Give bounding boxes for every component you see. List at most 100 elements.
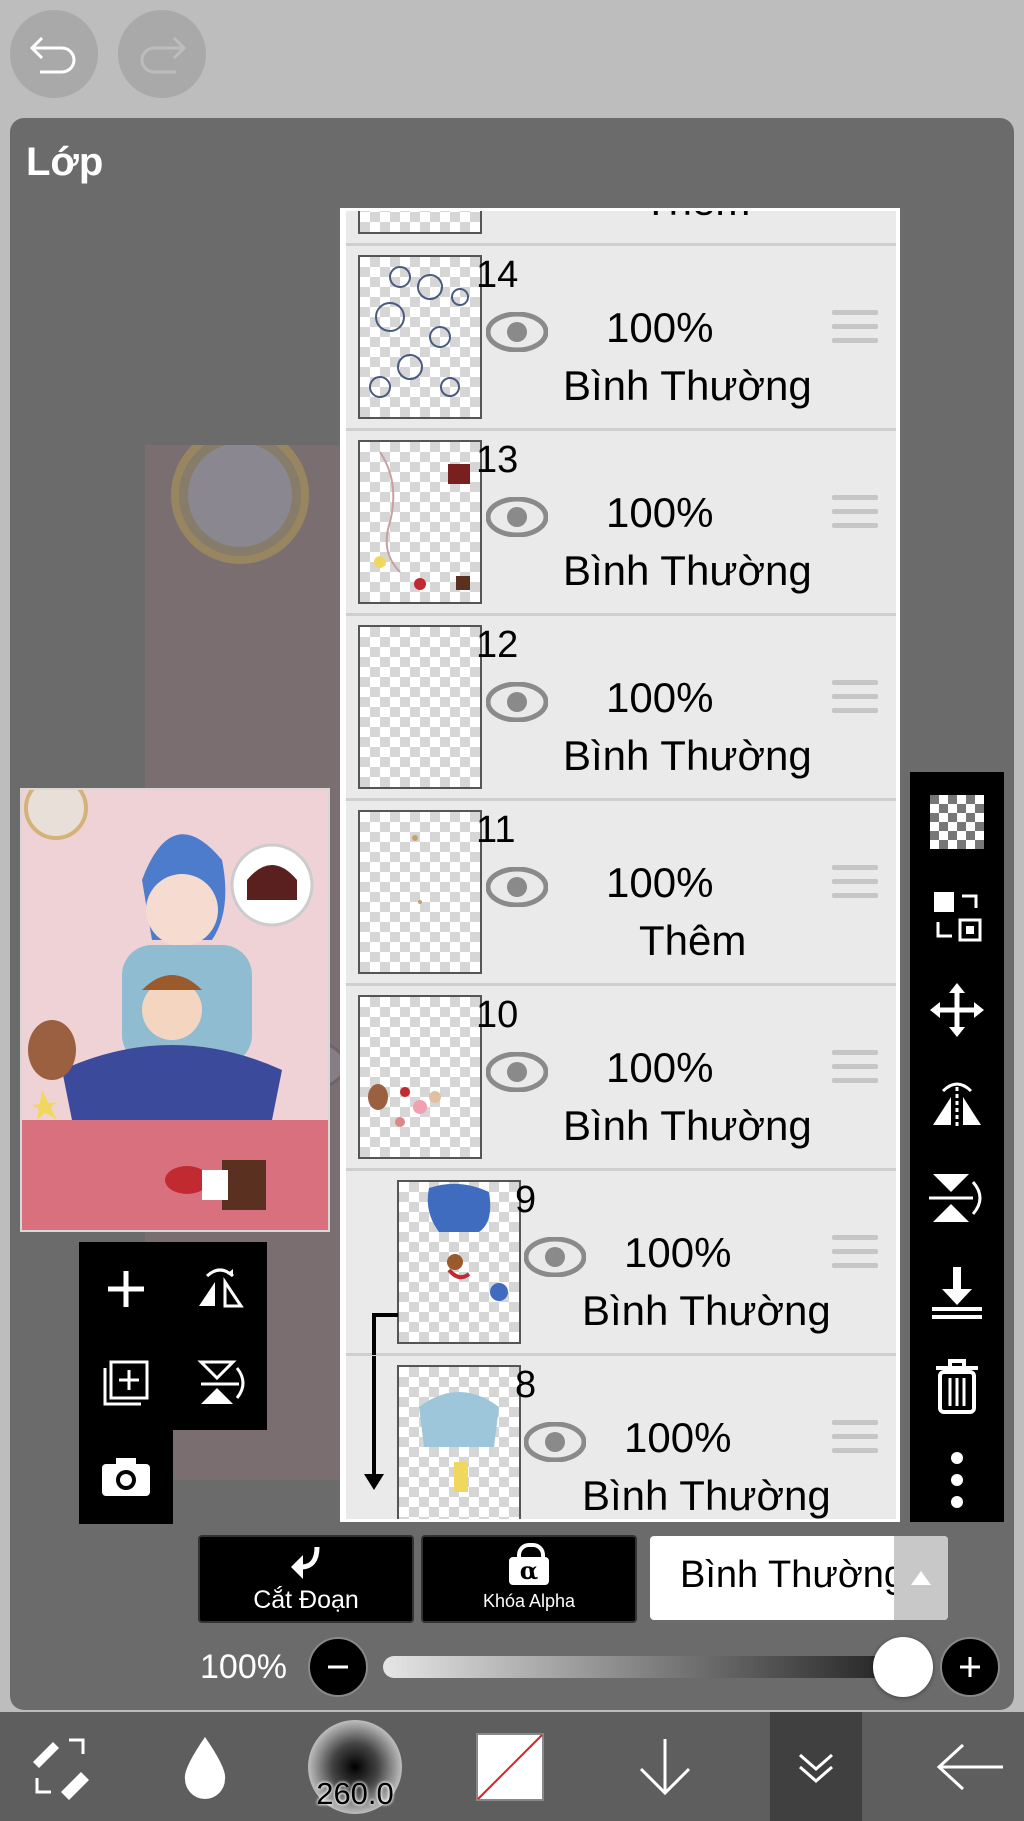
- brush-eraser-swap-icon: [33, 1738, 89, 1800]
- opacity-label: 100%: [200, 1648, 287, 1686]
- layer-blend-mode: Bình Thường: [563, 1102, 812, 1149]
- plus-icon: [108, 1271, 144, 1307]
- opacity-slider-thumb[interactable]: [873, 1637, 933, 1697]
- add-layer-button[interactable]: [79, 1242, 173, 1336]
- transform-icon: [934, 892, 982, 942]
- clipping-button[interactable]: Cắt Đoạn: [198, 1535, 414, 1623]
- opacity-increase-button[interactable]: [940, 1637, 1000, 1697]
- flip-vertical-button[interactable]: [910, 1158, 1004, 1238]
- layer-opacity: 100%: [606, 489, 714, 536]
- visibility-eye-icon[interactable]: [486, 1052, 548, 1092]
- panel-title: Lớp: [26, 140, 104, 184]
- layer-blend-mode: Bình Thường: [582, 1287, 831, 1334]
- visibility-eye-icon[interactable]: [486, 497, 548, 537]
- drag-handle-icon[interactable]: [832, 310, 878, 352]
- layer-number: 8: [515, 1364, 537, 1406]
- undo-icon: [29, 36, 76, 74]
- layer-number: 11: [476, 809, 516, 851]
- tool-switch-button[interactable]: [10, 1712, 110, 1821]
- camera-icon: [102, 1458, 150, 1496]
- arrow-down-icon: [639, 1738, 691, 1795]
- layer-opacity: 100%: [606, 1044, 714, 1091]
- alpha-lock-button[interactable]: α Khóa Alpha: [421, 1535, 637, 1623]
- clipping-label: Cắt Đoạn: [253, 1586, 359, 1614]
- layer-blend-mode: Thêm: [643, 211, 750, 225]
- droplet-icon: [184, 1736, 226, 1799]
- transform-button[interactable]: [910, 876, 1004, 956]
- scroll-down-button[interactable]: [620, 1712, 710, 1821]
- lock-icon: α: [509, 1543, 549, 1585]
- flip-horizontal-icon: [199, 1268, 244, 1308]
- layer-thumbnail: [358, 995, 482, 1159]
- layer-row[interactable]: 9 100% Bình Thường: [346, 1171, 896, 1356]
- chevron-up-icon[interactable]: [894, 1536, 948, 1620]
- flip-layer-vertical-button[interactable]: [173, 1336, 267, 1430]
- layer-thumbnail: [358, 625, 482, 789]
- layer-thumbnail: [358, 440, 482, 604]
- move-button[interactable]: [910, 970, 1004, 1050]
- layer-row[interactable]: 13 100% Bình Thường: [346, 431, 896, 616]
- delete-layer-button[interactable]: [910, 1346, 1004, 1426]
- brush-preview-icon: 260.0: [308, 1719, 402, 1814]
- opacity-slider-track[interactable]: [383, 1656, 903, 1678]
- drag-handle-icon[interactable]: [832, 680, 878, 722]
- layers-button[interactable]: [770, 1712, 862, 1821]
- visibility-eye-icon[interactable]: [524, 1237, 586, 1277]
- drag-handle-icon[interactable]: [832, 1420, 878, 1462]
- import-photo-button[interactable]: [79, 1430, 173, 1524]
- visibility-eye-icon[interactable]: [486, 867, 548, 907]
- layer-tool-column: [910, 772, 1004, 1522]
- chevron-double-down-icon: [799, 1753, 833, 1783]
- layer-row-partial[interactable]: Thêm: [346, 211, 896, 246]
- drag-handle-icon[interactable]: [832, 495, 878, 537]
- layer-opacity: 100%: [606, 674, 714, 721]
- flip-horizontal-button[interactable]: [910, 1064, 1004, 1144]
- flip-vertical-icon: [929, 1174, 982, 1222]
- merge-down-icon: [932, 1267, 982, 1319]
- minus-icon: [328, 1665, 348, 1669]
- redo-button[interactable]: [118, 10, 206, 98]
- color-picker-button[interactable]: [160, 1712, 250, 1821]
- more-icon: [951, 1452, 963, 1508]
- blend-mode-select[interactable]: Bình Thường: [650, 1536, 948, 1620]
- canvas-thumbnail[interactable]: [20, 788, 330, 1232]
- layer-row[interactable]: 10 100% Bình Thường: [346, 986, 896, 1171]
- layer-number: 14: [476, 254, 519, 296]
- drag-handle-icon[interactable]: [832, 1050, 878, 1092]
- color-swatch-icon: [476, 1732, 544, 1801]
- trash-icon: [936, 1359, 978, 1414]
- back-button[interactable]: [920, 1712, 1020, 1821]
- layer-blend-mode: Bình Thường: [563, 732, 812, 779]
- layer-row[interactable]: 12 100% Bình Thường: [346, 616, 896, 801]
- add-special-layer-button[interactable]: [79, 1336, 173, 1430]
- clipping-indicator-icon: [372, 1313, 398, 1355]
- layer-opacity: 100%: [606, 859, 714, 906]
- layer-thumbnail: [397, 1180, 521, 1344]
- layer-blend-mode: Thêm: [639, 917, 747, 964]
- color-swatch-button[interactable]: [465, 1712, 555, 1821]
- visibility-eye-icon[interactable]: [486, 682, 548, 722]
- layer-opacity: 100%: [624, 1414, 732, 1461]
- drag-handle-icon[interactable]: [832, 865, 878, 907]
- visibility-eye-icon[interactable]: [486, 312, 548, 352]
- layer-number: 12: [476, 624, 519, 666]
- layer-row[interactable]: 14 100% Bình Thường: [346, 246, 896, 431]
- layer-row[interactable]: 11 100% Thêm: [346, 801, 896, 986]
- visibility-eye-icon[interactable]: [524, 1422, 586, 1462]
- more-options-button[interactable]: [910, 1440, 1004, 1520]
- layer-row[interactable]: 8 100% Bình Thường: [346, 1356, 896, 1519]
- brush-size-button[interactable]: 260.0: [300, 1712, 410, 1821]
- layer-opacity: 100%: [624, 1229, 732, 1276]
- flip-vertical-icon: [197, 1360, 245, 1404]
- add-layer-icon: [103, 1360, 149, 1406]
- transparency-button[interactable]: [910, 782, 1004, 862]
- undo-button[interactable]: [10, 10, 98, 98]
- merge-down-button[interactable]: [910, 1252, 1004, 1332]
- opacity-decrease-button[interactable]: [308, 1637, 368, 1697]
- flip-layer-horizontal-button[interactable]: [173, 1242, 267, 1336]
- layer-list[interactable]: Thêm 14 100% Bình Thường 13: [340, 208, 900, 1522]
- clipping-arrow-icon: [364, 1356, 384, 1490]
- layer-number: 9: [515, 1179, 537, 1221]
- drag-handle-icon[interactable]: [832, 1235, 878, 1277]
- layer-blend-mode: Bình Thường: [563, 362, 812, 409]
